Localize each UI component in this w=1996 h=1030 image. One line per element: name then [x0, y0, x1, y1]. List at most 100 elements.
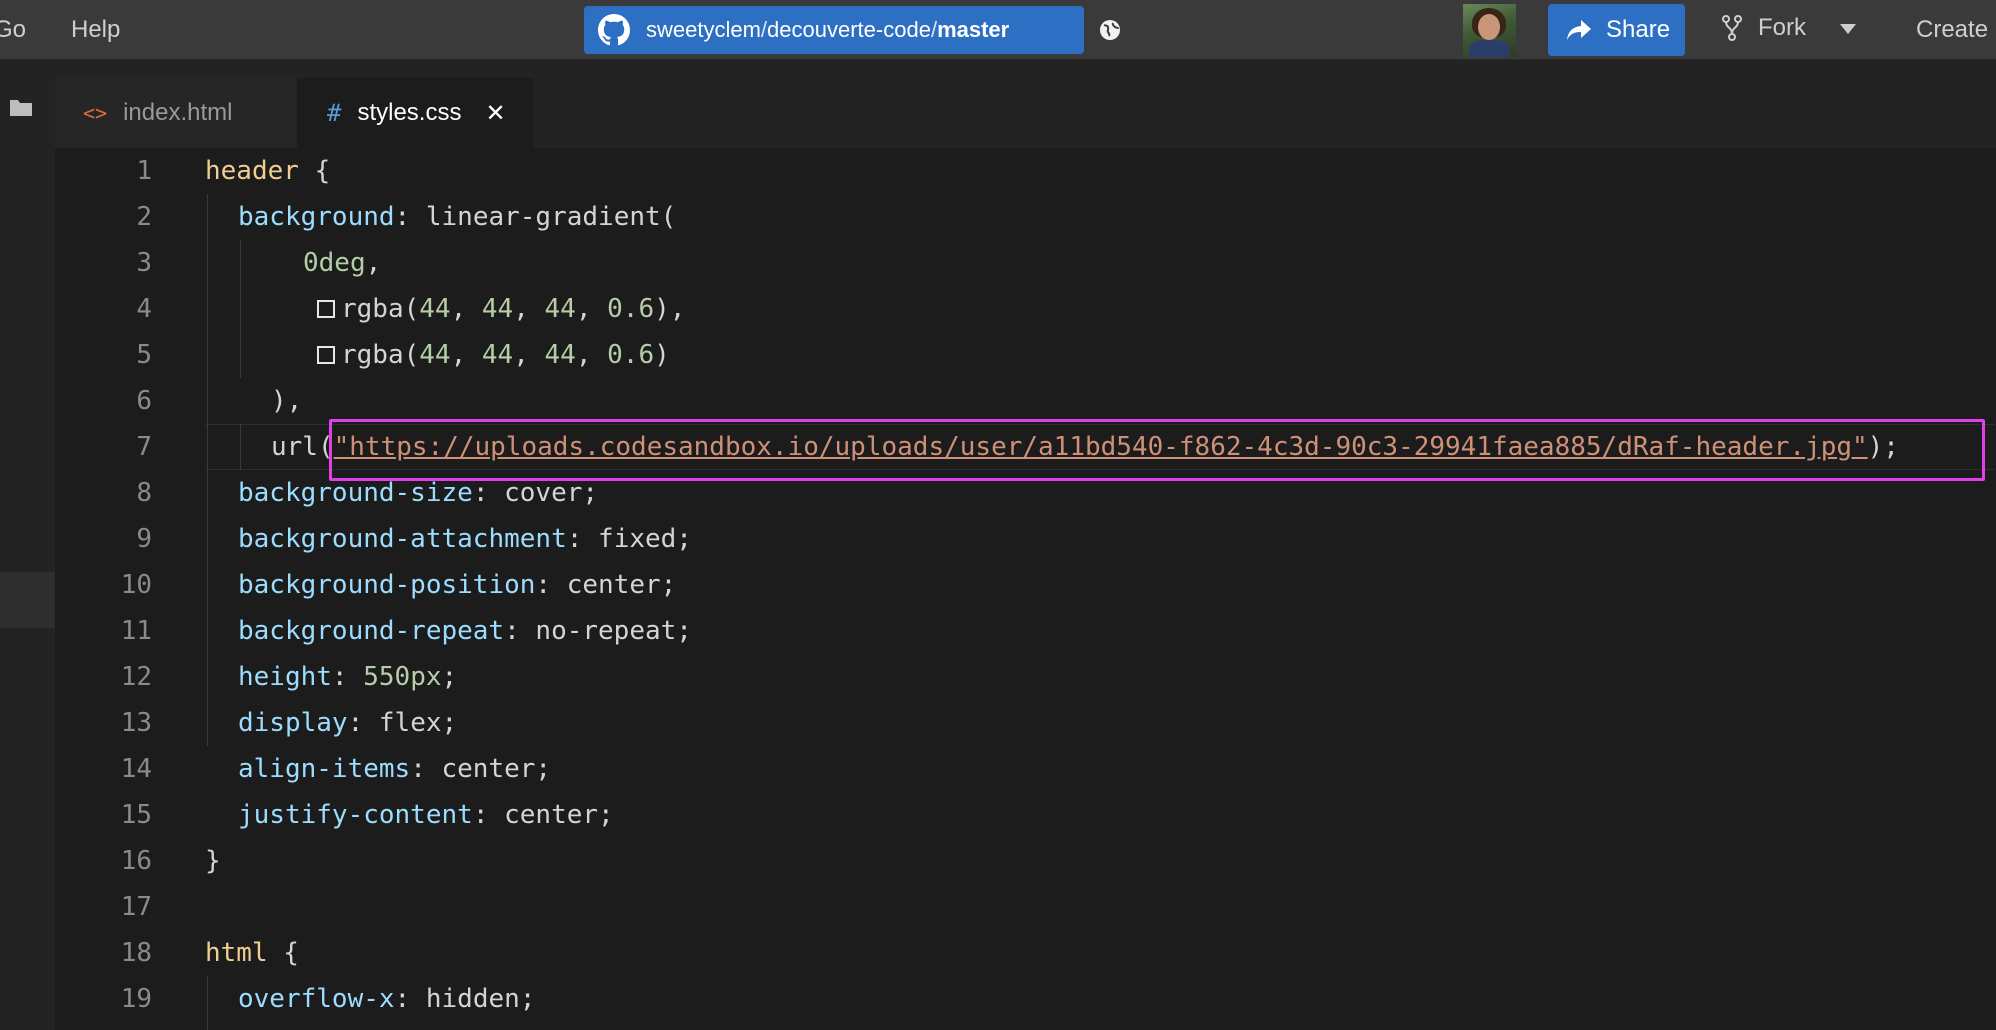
code-number: 44: [544, 294, 576, 324]
css-property: background-size: [238, 478, 473, 508]
css-hash-icon: #: [327, 99, 342, 127]
top-bar: Go Help sweetyclem / decouverte-code / m…: [0, 0, 1996, 60]
code-text: ;: [441, 662, 458, 692]
activity-bar: [0, 60, 55, 1030]
line-number: 6: [136, 386, 152, 416]
line-number: 16: [120, 846, 152, 876]
code-line: 1 header {: [55, 148, 1996, 194]
line-number: 15: [120, 800, 152, 830]
line-number: 3: [136, 248, 152, 278]
code-line: 3 0deg,: [55, 240, 1996, 286]
line-number: 8: [136, 478, 152, 508]
line-number: 1: [136, 156, 152, 186]
fork-button[interactable]: Fork: [1722, 14, 1806, 42]
code-text: : center;: [535, 570, 677, 600]
code-text: }: [205, 846, 221, 876]
code-number: 44: [481, 340, 514, 370]
line-number: 13: [120, 708, 152, 738]
code-text: {: [298, 156, 331, 186]
code-line: 19 overflow-x: hidden;: [55, 976, 1996, 1022]
code-line: 4 rgba(44, 44, 44, 0.6),: [55, 286, 1996, 332]
line-number: 17: [120, 892, 152, 922]
close-icon[interactable]: ✕: [485, 99, 505, 128]
code-line: 2 background: linear-gradient(: [55, 194, 1996, 240]
code-text: {: [267, 938, 299, 968]
code-number: 44: [419, 294, 451, 324]
code-line: 6 ),: [55, 378, 1996, 424]
code-line: 11 background-repeat: no-repeat;: [55, 608, 1996, 654]
code-number: 44: [419, 340, 451, 370]
fork-dropdown-icon[interactable]: [1840, 24, 1856, 34]
css-property: height: [238, 662, 332, 692]
code-text: : center;: [472, 800, 614, 830]
url-highlight-box: [329, 419, 1985, 481]
code-line: 5 rgba(44, 44, 44, 0.6): [55, 332, 1996, 378]
line-number: 5: [136, 340, 152, 370]
folder-icon[interactable]: [9, 97, 33, 117]
line-number: 19: [120, 984, 152, 1014]
code-text: : hidden;: [394, 984, 536, 1014]
css-property: display: [238, 708, 348, 738]
code-text: : cover;: [472, 478, 599, 508]
tab-bar: <> index.html # styles.css ✕: [55, 60, 1996, 148]
code-text: ,: [365, 248, 382, 278]
tab-label: styles.css: [357, 99, 462, 126]
code-line: 12 height: 550px;: [55, 654, 1996, 700]
code-text: ),: [271, 386, 303, 416]
create-button[interactable]: Create: [1916, 14, 1988, 46]
css-property: justify-content: [238, 800, 473, 830]
menu-help[interactable]: Help: [71, 14, 120, 46]
avatar[interactable]: [1463, 4, 1516, 57]
css-selector: html: [205, 938, 268, 968]
globe-icon[interactable]: [1098, 18, 1122, 42]
code-line: 17: [55, 884, 1996, 930]
css-property: background-attachment: [238, 524, 567, 554]
tab-label: index.html: [123, 99, 233, 126]
css-selector: header: [205, 156, 299, 186]
code-text: rgba(: [341, 340, 420, 370]
color-swatch-icon[interactable]: [317, 346, 335, 364]
line-number: 7: [136, 432, 152, 462]
line-number: 12: [120, 662, 152, 692]
css-property: background: [238, 202, 395, 232]
share-arrow-icon: [1567, 20, 1591, 40]
code-number: 550px: [363, 662, 442, 692]
repo-owner: sweetyclem: [646, 17, 761, 42]
activity-selection: [0, 572, 55, 628]
repo-name: decouverte-code: [767, 17, 931, 42]
line-number: 9: [136, 524, 152, 554]
code-line: 9 background-attachment: fixed;: [55, 516, 1996, 562]
css-property: overflow-x: [238, 984, 395, 1014]
code-text: : center;: [410, 754, 552, 784]
css-property: background-repeat: [238, 616, 505, 646]
code-line: 10 background-position: center;: [55, 562, 1996, 608]
code-number: 0.6: [607, 294, 655, 324]
github-icon: [598, 14, 630, 46]
code-number: 44: [544, 340, 576, 370]
code-text: rgba(: [341, 294, 420, 324]
line-number: 10: [120, 570, 152, 600]
code-line: 13 display: flex;: [55, 700, 1996, 746]
tab-index-html[interactable]: <> index.html: [55, 78, 297, 148]
code-text: : no-repeat;: [504, 616, 692, 646]
share-button[interactable]: Share: [1548, 4, 1685, 56]
fork-icon: [1722, 15, 1742, 41]
code-text: ),: [654, 294, 686, 324]
code-text: url(: [271, 432, 334, 462]
color-swatch-icon[interactable]: [317, 300, 335, 318]
code-line: 14 align-items: center;: [55, 746, 1996, 792]
tab-styles-css[interactable]: # styles.css ✕: [297, 78, 534, 148]
fork-label: Fork: [1758, 14, 1806, 41]
line-number: 2: [136, 202, 152, 232]
code-line: 16 }: [55, 838, 1996, 884]
css-property: background-position: [238, 570, 536, 600]
code-line: 18 html {: [55, 930, 1996, 976]
line-number: 18: [120, 938, 152, 968]
line-number: 14: [120, 754, 152, 784]
repo-button[interactable]: sweetyclem / decouverte-code / master: [584, 6, 1084, 54]
code-editor[interactable]: 1 header { 2 background: linear-gradient…: [55, 148, 1996, 1030]
repo-branch: master: [937, 17, 1010, 42]
line-number: 11: [120, 616, 152, 646]
html-code-icon: <>: [83, 101, 108, 125]
menu-go[interactable]: Go: [0, 14, 26, 46]
